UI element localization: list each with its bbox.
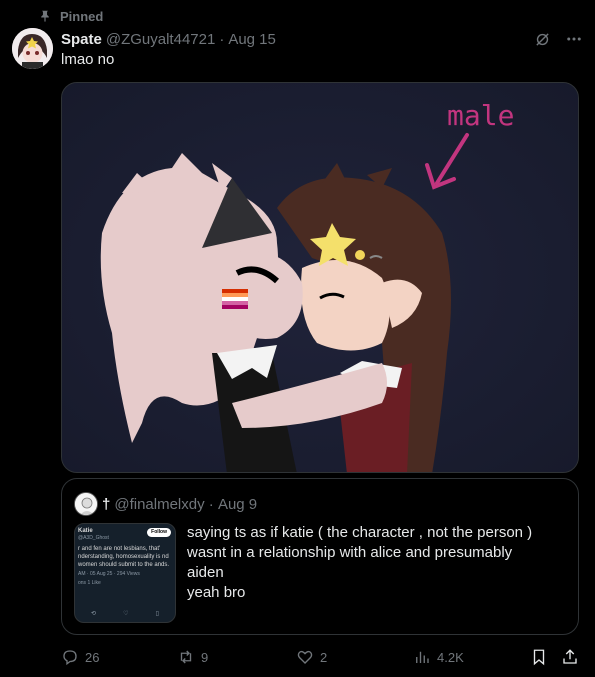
share-button[interactable] [561, 647, 579, 667]
thumb-actions: ⟲ ♡ ▯ [91, 610, 159, 618]
views-chart-icon [416, 651, 429, 663]
thumb-like-icon: ♡ [123, 610, 129, 617]
media-annotation-label: male [447, 99, 514, 132]
quoted-post-text: saying ts as if katie ( the character , … [187, 523, 567, 603]
repost-count: 9 [201, 649, 209, 665]
meta-separator: · [219, 30, 225, 48]
quoted-post-date[interactable]: Aug 9 [218, 496, 257, 513]
quoted-author-name[interactable]: † [102, 496, 110, 513]
thumb-follow-button: Follow [147, 528, 171, 537]
post-date[interactable]: Aug 15 [228, 31, 276, 48]
post-header: Spate @ZGuyalt44721 · Aug 15 [61, 29, 583, 49]
views-count: 4.2K [437, 649, 464, 665]
pinned-label: Pinned [60, 8, 104, 24]
post-action-bar: 26 9 2 4.2K [61, 647, 579, 667]
reply-count: 26 [85, 649, 100, 665]
bookmark-button[interactable] [530, 647, 548, 667]
pinned-indicator: Pinned [38, 7, 103, 25]
bookmark-icon [533, 649, 545, 666]
quoted-media-thumbnail[interactable]: Katie @A3D_Ghost Follow r and fen are no… [74, 523, 176, 623]
heart-icon [297, 650, 313, 664]
more-icon[interactable] [565, 30, 583, 48]
repost-icon [180, 650, 192, 664]
quoted-text-line: wasnt in a relationship with alice and p… [187, 544, 513, 561]
reply-icon [63, 650, 77, 666]
thumb-meta: AM · 05 Aug 25 · 294 Views [78, 571, 140, 578]
quoted-author-handle[interactable]: @finalmelxdy [114, 496, 204, 513]
quoted-author-avatar[interactable] [74, 492, 98, 516]
post-media-image[interactable]: male [61, 82, 579, 473]
pin-icon [41, 10, 49, 22]
grok-icon[interactable] [533, 30, 551, 48]
views-button[interactable]: 4.2K [413, 647, 464, 667]
post-text: lmao no [61, 51, 115, 68]
reply-button[interactable]: 26 [61, 647, 99, 667]
thumb-body-text: r and fen are not lesbians, that' nderst… [78, 545, 170, 569]
thumb-repost-icon: ⟲ [91, 610, 97, 617]
thumb-stats: ons 1 Like [78, 579, 101, 586]
author-name[interactable]: Spate [61, 31, 102, 48]
repost-button[interactable]: 9 [177, 647, 208, 667]
like-count: 2 [320, 649, 328, 665]
share-icon [563, 649, 577, 664]
author-handle[interactable]: @ZGuyalt44721 [106, 31, 215, 48]
quoted-text-line: aiden [187, 564, 224, 581]
quoted-text-line: saying ts as if katie ( the character , … [187, 524, 533, 541]
author-avatar[interactable] [12, 28, 53, 69]
quoted-meta-separator: · [204, 495, 218, 513]
quoted-post-header: † @finalmelxdy · Aug 9 [74, 492, 257, 516]
like-button[interactable]: 2 [296, 647, 327, 667]
thumb-bookmark-icon: ▯ [155, 610, 159, 617]
quoted-text-line: yeah bro [187, 584, 246, 601]
quoted-post[interactable]: † @finalmelxdy · Aug 9 Katie @A3D_Ghost … [61, 478, 579, 635]
